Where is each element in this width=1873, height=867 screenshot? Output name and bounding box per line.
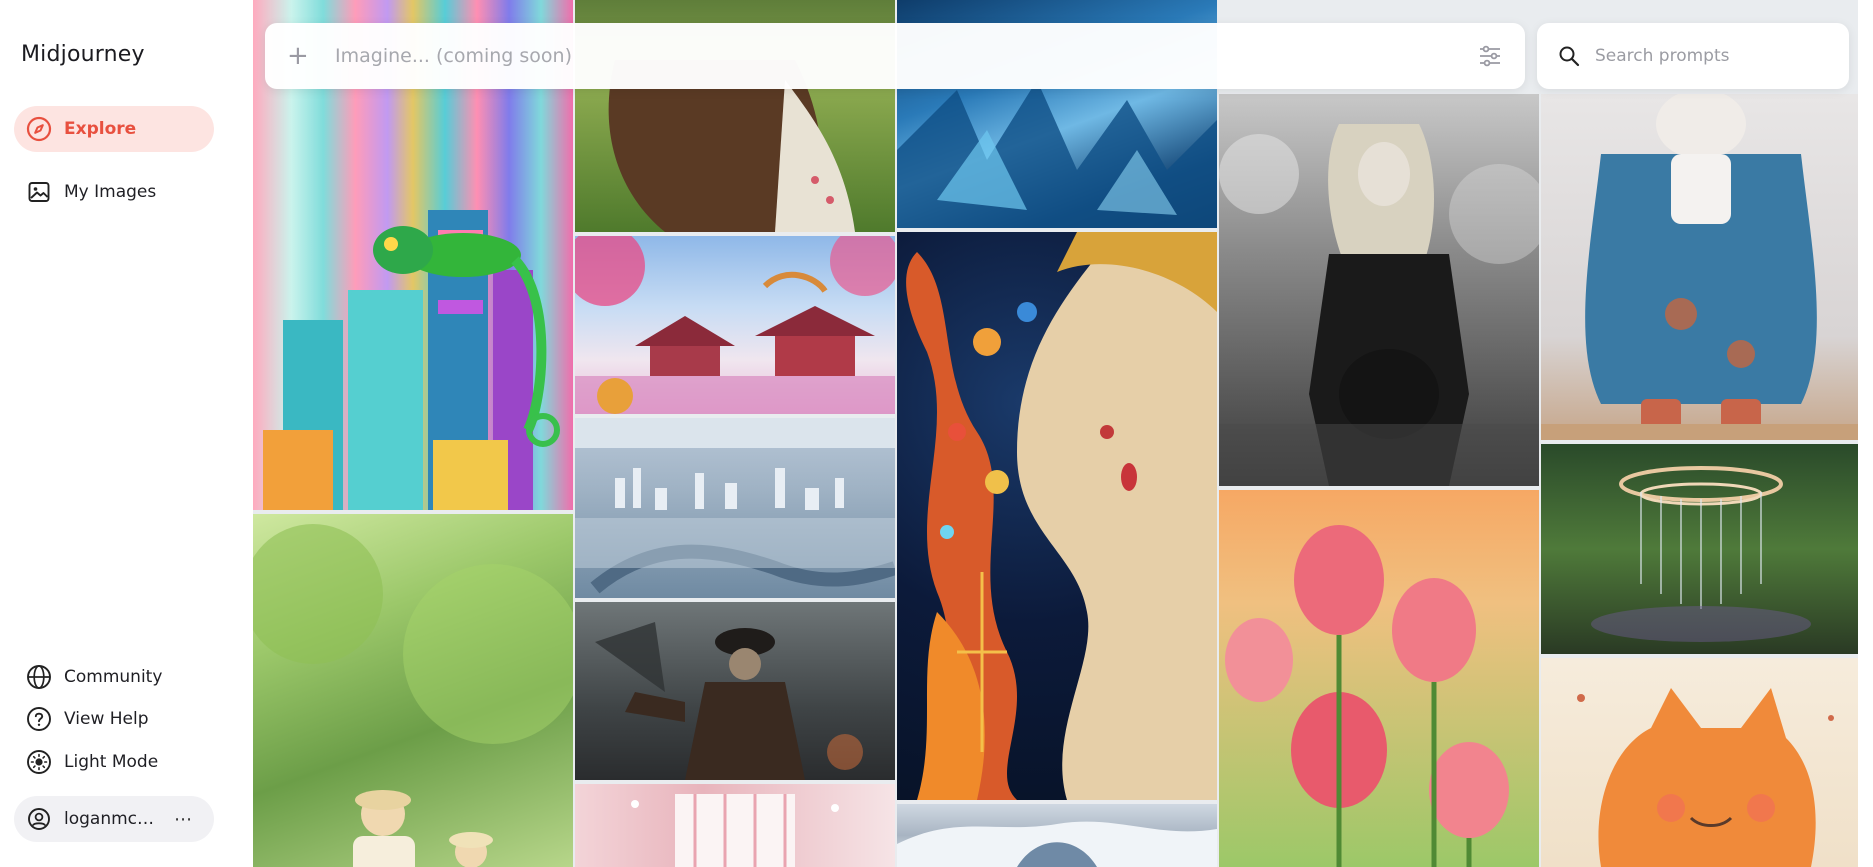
user-menu[interactable]: loganmcw... ⋯ xyxy=(14,796,214,842)
gallery-image[interactable] xyxy=(1219,490,1539,867)
gallery-image[interactable] xyxy=(1541,658,1858,867)
sidebar-item-label: Explore xyxy=(64,119,137,139)
gallery-image[interactable] xyxy=(575,602,895,780)
gallery-image[interactable] xyxy=(1219,94,1539,486)
imagine-bar: + Imagine... (coming soon) xyxy=(265,23,1525,89)
image-gallery xyxy=(253,0,1858,867)
search-icon xyxy=(1557,44,1581,68)
sidebar-item-light-mode[interactable]: Light Mode xyxy=(14,739,214,785)
search-input[interactable] xyxy=(1595,46,1835,66)
gallery-image[interactable] xyxy=(897,232,1217,800)
sidebar-item-label: My Images xyxy=(64,182,157,202)
more-options-icon[interactable]: ⋯ xyxy=(174,809,193,830)
gallery-image[interactable] xyxy=(575,784,895,867)
sidebar: Midjourney Explore My Images Community V… xyxy=(0,0,253,867)
sidebar-item-view-help[interactable]: View Help xyxy=(14,696,214,742)
imagine-input[interactable]: Imagine... (coming soon) xyxy=(335,45,1473,67)
sidebar-item-explore[interactable]: Explore xyxy=(14,106,214,152)
gallery-image[interactable] xyxy=(1541,94,1858,440)
gallery-image[interactable] xyxy=(253,514,573,867)
sidebar-item-my-images[interactable]: My Images xyxy=(14,169,214,215)
plus-icon[interactable]: + xyxy=(287,41,317,71)
gallery-image[interactable] xyxy=(575,236,895,414)
sliders-icon[interactable] xyxy=(1473,39,1507,73)
user-avatar-icon xyxy=(26,806,52,832)
search-bar xyxy=(1537,23,1849,89)
sun-icon xyxy=(26,749,52,775)
sidebar-item-community[interactable]: Community xyxy=(14,654,214,700)
sidebar-item-label: View Help xyxy=(64,709,149,729)
help-circle-icon xyxy=(26,706,52,732)
gallery-image[interactable] xyxy=(575,418,895,598)
app-logo[interactable]: Midjourney xyxy=(21,42,145,67)
gallery-image[interactable] xyxy=(897,804,1217,867)
username: loganmcw... xyxy=(64,809,164,829)
gallery-image[interactable] xyxy=(1541,444,1858,654)
compass-icon xyxy=(26,116,52,142)
globe-icon xyxy=(26,664,52,690)
sidebar-item-label: Light Mode xyxy=(64,752,159,772)
sidebar-item-label: Community xyxy=(64,667,163,687)
image-icon xyxy=(26,179,52,205)
